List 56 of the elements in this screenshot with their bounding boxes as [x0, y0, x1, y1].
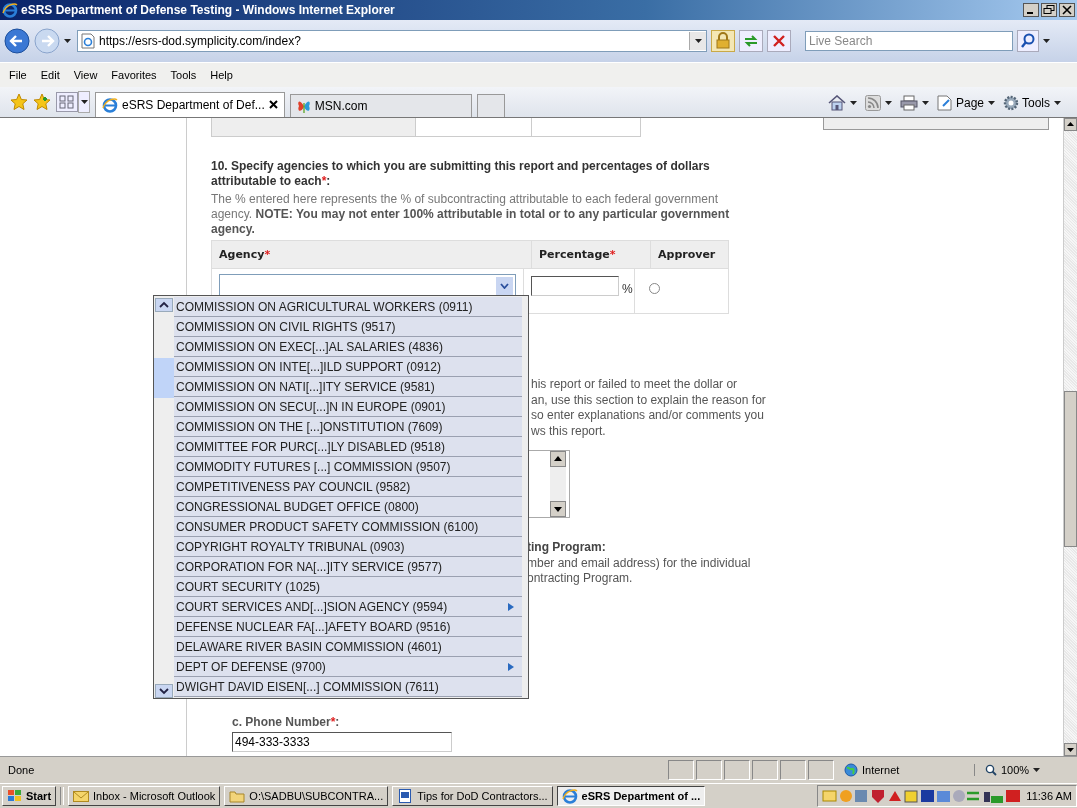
dropdown-option[interactable]: COMPETITIVENESS PAY COUNCIL (9582)	[174, 477, 522, 497]
taskbar-button[interactable]: Inbox - Microsoft Outlook	[68, 786, 221, 806]
dropdown-option[interactable]: CONSUMER PRODUCT SAFETY COMMISSION (6100)	[174, 517, 522, 537]
taskbar-button[interactable]: O:\SADBU\SUBCONTRA...	[224, 786, 389, 806]
dropdown-option[interactable]: COMMISSION ON SECU[...]N IN EUROPE (0901)	[174, 397, 522, 417]
dropdown-option[interactable]: DWIGHT DAVID EISEN[...] COMMISSION (7611)	[174, 677, 522, 697]
menu-item[interactable]: File	[2, 67, 34, 83]
dropdown-option[interactable]: COPYRIGHT ROYALTY TRIBUNAL (0903)	[174, 537, 522, 557]
percent-sign: %	[622, 282, 633, 296]
phone-input[interactable]: 494-333-3333	[232, 731, 452, 752]
status-text: Done	[8, 764, 36, 776]
window-title: eSRS Department of Defense Testing - Windows Internet Explorer	[21, 3, 395, 17]
dropdown-option[interactable]: DELAWARE RIVER BASIN COMMISSION (4601)	[174, 637, 522, 657]
column-header: Percentage*	[532, 241, 651, 268]
question-heading: 10. Specify agencies to which you are submitting this report and percentages of dollars attributable to each*:	[211, 159, 711, 189]
zoom-button[interactable]: 100%	[974, 764, 1041, 776]
browser-tab[interactable]: eSRS Department of Def...	[95, 91, 285, 117]
dropdown-option[interactable]: COMMISSION ON EXEC[...]AL SALARIES (4836)	[174, 337, 522, 357]
url-text: https://esrs-dod.symplicity.com/index?	[99, 34, 302, 48]
address-field[interactable]: https://esrs-dod.symplicity.com/index?	[77, 30, 707, 52]
dropdown-option[interactable]: CONGRESSIONAL BUDGET OFFICE (0800)	[174, 497, 522, 517]
search-field[interactable]: Live Search	[805, 31, 1013, 51]
menu-item[interactable]: Tools	[163, 67, 204, 83]
dropdown-option[interactable]: CORPORATION FOR NA[...]ITY SERVICE (9577)	[174, 557, 522, 577]
start-button[interactable]: Start	[2, 786, 57, 806]
instruction-text: ontracting Program.	[527, 571, 634, 587]
dropdown-option[interactable]: COMMISSION ON THE [...]ONSTITUTION (7609)	[174, 417, 522, 437]
dropdown-option[interactable]: COURT SERVICES AND[...]SION AGENCY (9594)	[174, 597, 522, 617]
explanation-text: an, use this section to explain the reason for	[531, 392, 767, 408]
clock: 11:36 AM	[1026, 790, 1072, 802]
menu-item[interactable]: Favorites	[104, 67, 164, 83]
dropdown-option[interactable]: COMMISSION ON INTE[...]ILD SUPPORT (0912)	[174, 357, 522, 377]
command-button[interactable]: Page	[936, 95, 984, 111]
help-text: The % entered here represents the % of subcontracting attributable to each federal government agency. NOTE: You may not enter 100% attributable in total or to any particular government agency.	[211, 192, 731, 237]
dropdown-option[interactable]: DEPT OF DEFENSE (9700)	[174, 657, 522, 677]
explanation-text: ws this report.	[531, 423, 607, 439]
dropdown-option[interactable]: COMMISSION ON NATI[...]ITY SERVICE (9581)	[174, 377, 522, 397]
explanation-text: so enter explanations and/or comments you	[531, 408, 765, 424]
explanation-text: his report or failed to meet the dollar or	[531, 377, 739, 393]
dropdown-option[interactable]: COMMODITY FUTURES [...] COMMISSION (9507)	[174, 457, 522, 477]
taskbar-button[interactable]: Tips for DoD Contractors...	[392, 786, 553, 806]
menu-item[interactable]: Help	[203, 67, 240, 83]
browser-tab[interactable]: MSN.com	[289, 93, 472, 117]
column-header: Approver	[657, 247, 717, 263]
dropdown-option[interactable]: COMMISSION ON CIVIL RIGHTS (9517)	[174, 317, 522, 337]
menu-item[interactable]: View	[66, 67, 105, 83]
security-zone: Internet	[840, 761, 974, 779]
taskbar-button[interactable]: eSRS Department of ...	[556, 786, 706, 806]
command-button[interactable]: Tools	[1003, 95, 1050, 111]
dropdown-option[interactable]: COURT SECURITY (1025)	[174, 577, 522, 597]
dropdown-option[interactable]: COMMISSION ON AGRICULTURAL WORKERS (0911)	[174, 297, 522, 317]
field-label: c. Phone Number*:	[232, 714, 341, 729]
menu-item[interactable]: Edit	[33, 67, 67, 83]
dropdown-option[interactable]: COMMITTEE FOR PURC[...]LY DISABLED (9518)	[174, 437, 522, 457]
column-header: Agency*	[212, 241, 532, 268]
dropdown-option[interactable]: DEFENSE NUCLEAR FA[...]AFETY BOARD (9516)	[174, 617, 522, 637]
